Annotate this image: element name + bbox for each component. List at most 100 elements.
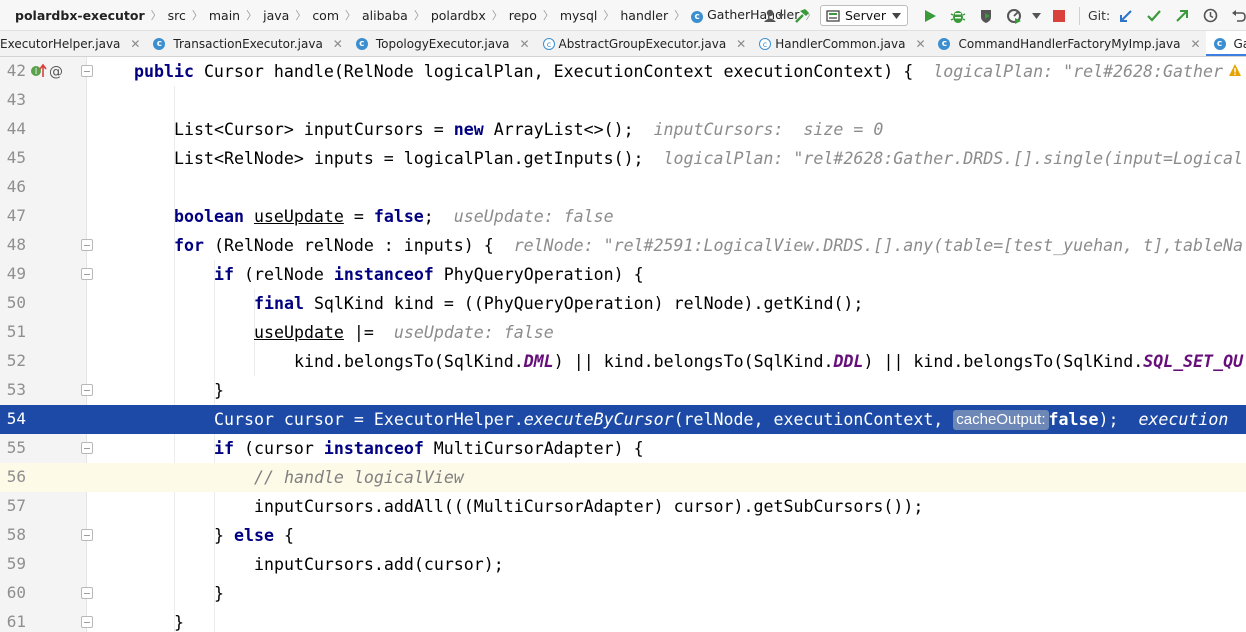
build-button[interactable] [791, 5, 813, 27]
class-icon: c [1213, 37, 1226, 50]
tab-topology-executor[interactable]: c TopologyExecutor.java ✕ [348, 31, 535, 56]
breadcrumb-mysql[interactable]: mysql [554, 8, 604, 23]
stop-button[interactable] [1048, 5, 1070, 27]
fold-toggle[interactable] [81, 268, 93, 280]
tab-transaction-executor[interactable]: c TransactionExecutor.java ✕ [145, 31, 347, 56]
code-line[interactable]: 61 } [0, 608, 1246, 632]
close-icon[interactable]: ✕ [129, 37, 141, 51]
breadcrumb-src[interactable]: src [162, 8, 192, 23]
breadcrumb-separator-icon: 〉 [246, 9, 258, 22]
code-text: inputCursors.addAll(((MultiCursorAdapter… [254, 497, 924, 516]
fold-toggle[interactable] [81, 529, 93, 541]
close-icon[interactable]: ✕ [914, 37, 926, 51]
breadcrumb-separator-icon: 〉 [150, 9, 162, 22]
line-number: 51 [6, 322, 26, 341]
run-with-coverage-button[interactable] [975, 5, 997, 27]
current-execution-line[interactable]: 54 Cursor cursor = ExecutorHelper.execut… [0, 405, 1246, 434]
annotation-icon[interactable]: @ [48, 63, 64, 79]
fold-toggle[interactable] [81, 65, 93, 77]
line-number: 42 [6, 61, 26, 80]
git-update-button[interactable] [1115, 5, 1137, 27]
line-number: 50 [6, 293, 26, 312]
abstract-class-icon: c [542, 37, 555, 50]
bug-icon [950, 10, 966, 23]
code-line[interactable]: 49 if (relNode instanceof PhyQueryOperat… [0, 260, 1246, 289]
breadcrumb-repo[interactable]: repo [503, 8, 543, 23]
run-button[interactable] [919, 5, 941, 27]
code-comment: // handle logicalView [254, 468, 464, 487]
code-line[interactable]: 58 } else { [0, 521, 1246, 550]
code-line[interactable]: 48 for (RelNode relNode : inputs) { relN… [0, 231, 1246, 260]
code-line[interactable]: 51 useUpdate |= useUpdate: false [0, 318, 1246, 347]
implementation-icon[interactable]: I [30, 63, 48, 79]
code-line[interactable]: 45 List<RelNode> inputs = logicalPlan.ge… [0, 144, 1246, 173]
code-line[interactable]: 53 } [0, 376, 1246, 405]
run-configuration-select[interactable]: Server [820, 5, 908, 26]
tab-executor-helper[interactable]: ExecutorHelper.java ✕ [0, 31, 145, 56]
line-number: 49 [6, 264, 26, 283]
breadcrumb-separator-icon: 〉 [674, 9, 686, 22]
git-commit-button[interactable] [1143, 5, 1165, 27]
fold-toggle[interactable] [81, 384, 93, 396]
caret-line[interactable]: 56 // handle logicalView [0, 463, 1246, 492]
code-line[interactable]: 43 [0, 86, 1246, 115]
fold-toggle[interactable] [81, 239, 93, 251]
undo-icon [1231, 10, 1246, 22]
debug-value-hint: relNode: "rel#2591:LogicalView.DRDS.[].a… [513, 236, 1243, 255]
code-line[interactable]: 47 boolean useUpdate = false; useUpdate:… [0, 202, 1246, 231]
git-push-button[interactable] [1171, 5, 1193, 27]
code-line[interactable]: 59 inputCursors.add(cursor); [0, 550, 1246, 579]
debug-value-hint: useUpdate: false [453, 207, 614, 226]
breadcrumb-polardbx[interactable]: polardbx [425, 8, 492, 23]
code-text: boolean useUpdate = false; useUpdate: fa… [174, 207, 614, 226]
code-line[interactable]: 57 inputCursors.addAll(((MultiCursorAdap… [0, 492, 1246, 521]
close-icon[interactable]: ✕ [1190, 37, 1202, 51]
code-line[interactable]: 42 I @ public Cursor handle(RelNode logi… [0, 57, 1246, 86]
run-configuration-label: Server [845, 8, 886, 23]
breadcrumb-alibaba[interactable]: alibaba [356, 8, 414, 23]
code-text: } [214, 381, 224, 400]
breadcrumb-java[interactable]: java [257, 8, 295, 23]
abstract-class-icon: c [759, 37, 772, 50]
git-history-button[interactable] [1199, 5, 1221, 27]
class-icon: c [691, 11, 704, 23]
profiler-button[interactable] [1003, 5, 1025, 27]
user-profile-button[interactable] [763, 5, 785, 27]
tab-gather-handler[interactable]: c GatherHandler.java [1205, 31, 1246, 56]
tab-handler-common[interactable]: c HandlerCommon.java ✕ [751, 31, 930, 56]
tab-label: TransactionExecutor.java [173, 36, 323, 51]
code-line[interactable]: 44 List<Cursor> inputCursors = new Array… [0, 115, 1246, 144]
toolbar-divider [1079, 6, 1080, 25]
tab-abstract-group-executor[interactable]: c AbstractGroupExecutor.java ✕ [535, 31, 752, 56]
code-line[interactable]: 55 if (cursor instanceof MultiCursorAdap… [0, 434, 1246, 463]
breadcrumb-com[interactable]: com [306, 8, 345, 23]
code-text: final SqlKind kind = ((PhyQueryOperation… [254, 294, 864, 313]
warning-icon[interactable] [1228, 63, 1242, 77]
fold-toggle[interactable] [81, 442, 93, 454]
code-text: inputCursors.add(cursor); [254, 555, 504, 574]
breadcrumb-handler[interactable]: handler [614, 8, 674, 23]
code-line[interactable]: 52 kind.belongsTo(SqlKind.DML) || kind.b… [0, 347, 1246, 376]
git-rollback-button[interactable] [1227, 5, 1246, 27]
breadcrumb-separator-icon: 〉 [491, 9, 503, 22]
code-line[interactable]: 60 } [0, 579, 1246, 608]
code-line[interactable]: 50 final SqlKind kind = ((PhyQueryOperat… [0, 289, 1246, 318]
close-icon[interactable]: ✕ [735, 37, 747, 51]
line-number: 44 [6, 119, 26, 138]
code-line[interactable]: 46 [0, 173, 1246, 202]
breadcrumb: polardbx-executor 〉 src 〉 main 〉 java 〉 … [0, 7, 887, 23]
chevron-down-icon[interactable] [1032, 12, 1041, 19]
debug-button[interactable] [947, 5, 969, 27]
tab-command-handler-factory[interactable]: c CommandHandlerFactoryMyImp.java ✕ [930, 31, 1205, 56]
fold-toggle[interactable] [81, 587, 93, 599]
close-icon[interactable]: ✕ [519, 37, 531, 51]
class-icon: c [938, 37, 951, 50]
breadcrumb-main[interactable]: main [203, 8, 246, 23]
fold-toggle[interactable] [81, 616, 93, 628]
code-editor[interactable]: 42 I @ public Cursor handle(RelNode logi… [0, 57, 1246, 632]
close-icon[interactable]: ✕ [332, 37, 344, 51]
code-text: useUpdate |= useUpdate: false [254, 323, 554, 342]
breadcrumb-project[interactable]: polardbx-executor [15, 8, 151, 23]
code-text: } [214, 584, 224, 603]
debug-value-hint: inputCursors: size = 0 [653, 120, 884, 139]
